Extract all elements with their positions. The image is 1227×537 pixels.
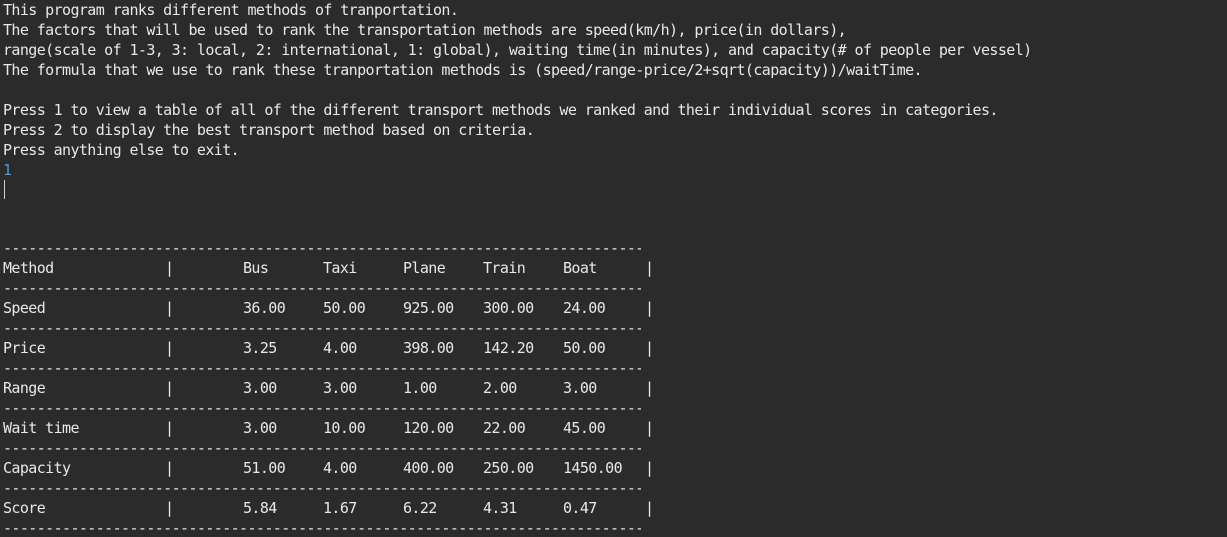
intro-line-1: This program ranks different methods of … <box>3 1 459 19</box>
cell-train: 2.00 <box>483 379 517 397</box>
header-col-taxi: Taxi <box>323 259 357 277</box>
column-divider: | <box>165 459 174 477</box>
console-output[interactable]: This program ranks different methods of … <box>0 0 1227 537</box>
user-input-echo: 1 <box>3 161 12 179</box>
row-end-divider: | <box>645 419 654 437</box>
row-label: Wait time <box>3 419 79 437</box>
cell-taxi: 3.00 <box>323 379 357 397</box>
cell-bus: 51.00 <box>243 459 286 477</box>
cell-boat: 3.00 <box>563 379 597 397</box>
menu-option-1: Press 1 to view a table of all of the di… <box>3 101 998 119</box>
cell-plane: 120.00 <box>403 419 454 437</box>
cell-train: 22.00 <box>483 419 526 437</box>
table-row-range: Range | 3.00 3.00 1.00 2.00 3.00 | <box>0 378 660 398</box>
cell-plane: 6.22 <box>403 499 437 517</box>
cell-boat: 1450.00 <box>563 459 623 477</box>
table-separator <box>3 358 641 378</box>
table-row-price: Price | 3.25 4.00 398.00 142.20 50.00 | <box>0 338 660 358</box>
cell-plane: 400.00 <box>403 459 454 477</box>
cell-boat: 45.00 <box>563 419 606 437</box>
column-divider: | <box>165 419 174 437</box>
table-row-capacity: Capacity | 51.00 4.00 400.00 250.00 1450… <box>0 458 660 478</box>
cell-plane: 1.00 <box>403 379 437 397</box>
cell-boat: 24.00 <box>563 299 606 317</box>
menu-option-3: Press anything else to exit. <box>3 141 240 159</box>
table-separator <box>3 438 641 458</box>
cell-taxi: 50.00 <box>323 299 366 317</box>
table-separator <box>3 478 641 498</box>
header-col-bus: Bus <box>243 259 269 277</box>
column-divider: | <box>165 299 174 317</box>
table-row-score: Score | 5.84 1.67 6.22 4.31 0.47 | <box>0 498 660 518</box>
row-end-divider: | <box>645 299 654 317</box>
cell-train: 4.31 <box>483 499 517 517</box>
table-separator <box>3 278 641 298</box>
table-separator <box>3 398 641 418</box>
header-col-plane: Plane <box>403 259 446 277</box>
cell-taxi: 4.00 <box>323 459 357 477</box>
cell-bus: 5.84 <box>243 499 277 517</box>
row-label: Speed <box>3 299 46 317</box>
row-label: Price <box>3 339 46 357</box>
cell-plane: 925.00 <box>403 299 454 317</box>
table-row-wait-time: Wait time | 3.00 10.00 120.00 22.00 45.0… <box>0 418 660 438</box>
cell-train: 250.00 <box>483 459 534 477</box>
cell-taxi: 10.00 <box>323 419 366 437</box>
table-separator <box>3 318 641 338</box>
header-col-train: Train <box>483 259 526 277</box>
text-caret[interactable] <box>4 180 5 199</box>
column-divider: | <box>165 379 174 397</box>
cell-boat: 0.47 <box>563 499 597 517</box>
cell-bus: 3.25 <box>243 339 277 357</box>
row-end-divider: | <box>645 499 654 517</box>
row-end-divider: | <box>645 339 654 357</box>
cell-bus: 3.00 <box>243 379 277 397</box>
column-divider: | <box>165 259 174 277</box>
header-label: Method <box>3 259 54 277</box>
cell-bus: 36.00 <box>243 299 286 317</box>
cell-bus: 3.00 <box>243 419 277 437</box>
row-end-divider: | <box>645 459 654 477</box>
table-header-row: Method | Bus Taxi Plane Train Boat | <box>0 258 660 278</box>
row-label: Score <box>3 499 46 517</box>
table-separator <box>3 238 641 258</box>
cell-train: 142.20 <box>483 339 534 357</box>
row-label: Range <box>3 379 46 397</box>
table-row-speed: Speed | 36.00 50.00 925.00 300.00 24.00 … <box>0 298 660 318</box>
row-end-divider: | <box>645 259 654 277</box>
menu-option-2: Press 2 to display the best transport me… <box>3 121 535 139</box>
intro-line-3: range(scale of 1-3, 3: local, 2: interna… <box>3 41 1032 59</box>
cell-plane: 398.00 <box>403 339 454 357</box>
intro-line-2: The factors that will be used to rank th… <box>3 21 847 39</box>
cell-taxi: 1.67 <box>323 499 357 517</box>
column-divider: | <box>165 499 174 517</box>
cell-taxi: 4.00 <box>323 339 357 357</box>
cell-boat: 50.00 <box>563 339 606 357</box>
table-separator <box>3 518 641 537</box>
intro-line-4: The formula that we use to rank these tr… <box>3 61 923 79</box>
row-end-divider: | <box>645 379 654 397</box>
column-divider: | <box>165 339 174 357</box>
row-label: Capacity <box>3 459 71 477</box>
cell-train: 300.00 <box>483 299 534 317</box>
header-col-boat: Boat <box>563 259 597 277</box>
